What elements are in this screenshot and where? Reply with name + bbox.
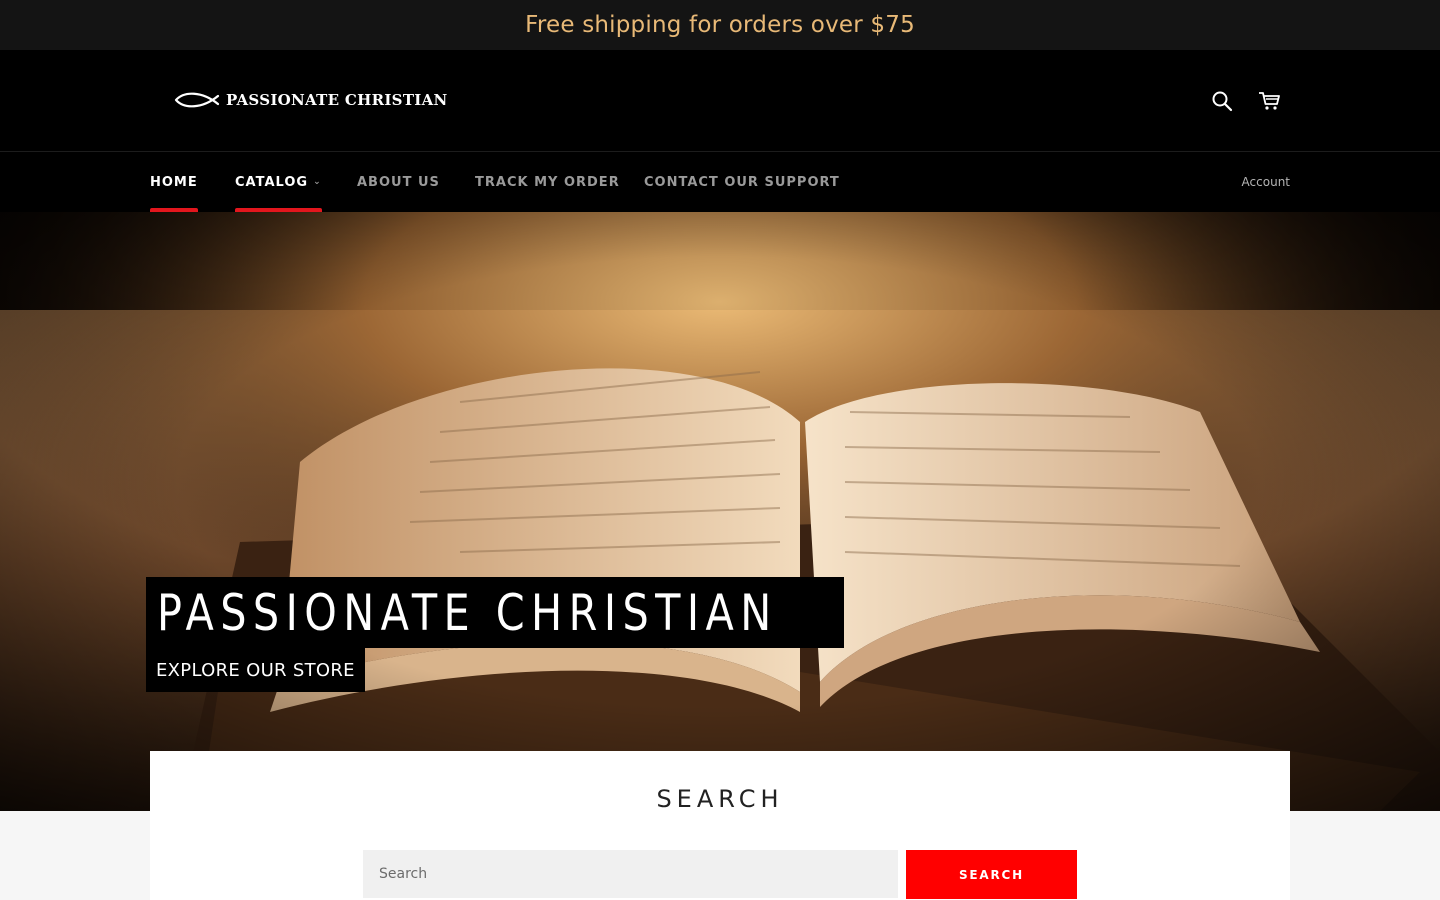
chevron-down-icon: ⌄ (313, 177, 322, 187)
search-icon[interactable] (1211, 90, 1235, 114)
search-heading: SEARCH (656, 785, 784, 813)
logo[interactable]: PASSIONATE CHRISTIAN (174, 88, 448, 112)
nav-item-track-my-order[interactable]: TRACK MY ORDER (475, 152, 620, 212)
nav-item-about-us[interactable]: ABOUT US (357, 152, 440, 212)
nav-item-contact-support[interactable]: CONTACT OUR SUPPORT (644, 152, 840, 212)
cart-icon[interactable] (1258, 90, 1282, 114)
account-link[interactable]: Account (1242, 152, 1290, 212)
nav-item-home[interactable]: HOME (150, 152, 198, 212)
nav-item-label: CONTACT OUR SUPPORT (644, 174, 840, 190)
nav-item-label: TRACK MY ORDER (475, 174, 620, 190)
search-button[interactable]: SEARCH (906, 850, 1077, 899)
main-nav: HOME CATALOG ⌄ ABOUT US TRACK MY ORDER C… (0, 152, 1440, 212)
hero-bible-image (0, 212, 1440, 811)
explore-store-label: EXPLORE OUR STORE (156, 659, 355, 681)
nav-item-label: ABOUT US (357, 174, 440, 190)
site-header: PASSIONATE CHRISTIAN (0, 50, 1440, 152)
hero-banner (0, 212, 1440, 811)
announcement-text: Free shipping for orders over $75 (525, 12, 915, 38)
search-input[interactable] (363, 850, 898, 898)
nav-item-label: HOME (150, 174, 198, 190)
search-section: SEARCH SEARCH (150, 751, 1290, 900)
nav-item-label: CATALOG (235, 174, 309, 190)
hero-title-box: PASSIONATE CHRISTIAN (146, 577, 844, 648)
announcement-bar: Free shipping for orders over $75 (0, 0, 1440, 50)
explore-store-button[interactable]: EXPLORE OUR STORE (146, 648, 365, 692)
nav-item-catalog[interactable]: CATALOG ⌄ (235, 152, 322, 212)
hero-title: PASSIONATE CHRISTIAN (157, 583, 778, 642)
ichthys-fish-icon (174, 92, 220, 108)
logo-text: PASSIONATE CHRISTIAN (226, 91, 448, 109)
